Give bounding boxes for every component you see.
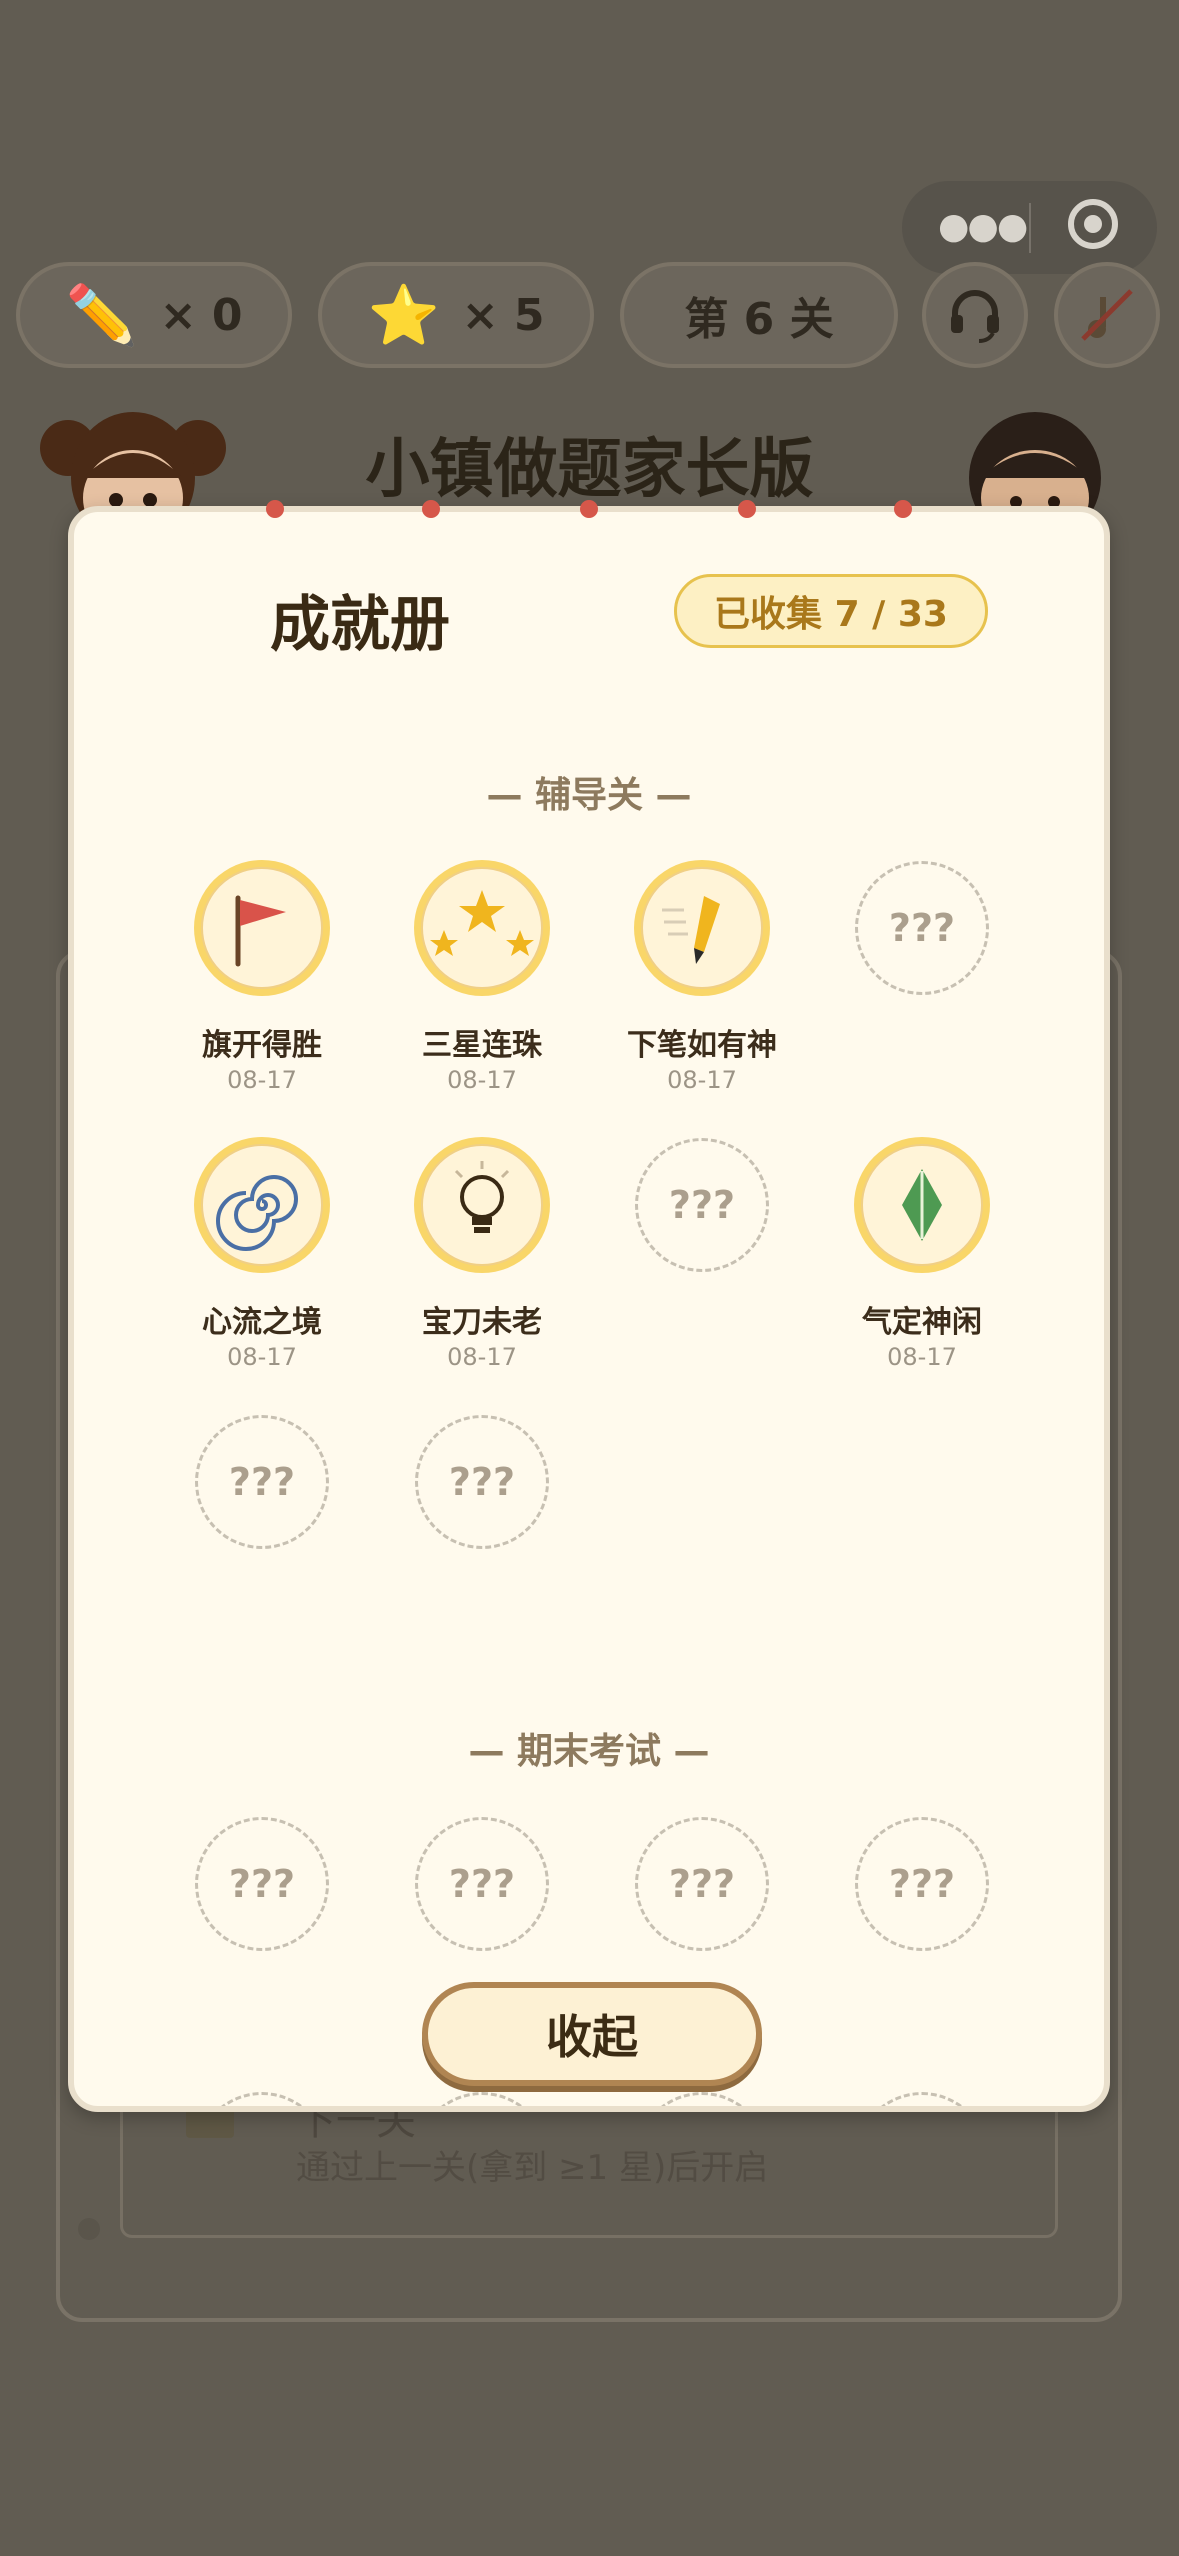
- medal-name: 旗开得胜: [202, 1028, 322, 1063]
- collected-badge: 已收集 7 / 33: [674, 574, 988, 648]
- star-icon: ⭐: [367, 281, 440, 349]
- locked-medal: [195, 2092, 329, 2106]
- background-title: 小镇做题家长版: [365, 433, 814, 507]
- locked-medal[interactable]: ???: [195, 1817, 329, 1951]
- medal-date: 08-17: [227, 1343, 297, 1371]
- locked-medal[interactable]: ???: [855, 1817, 989, 1951]
- target-icon[interactable]: [1068, 199, 1118, 249]
- medal-spiral[interactable]: [194, 1137, 330, 1273]
- pin-dot: [266, 500, 284, 518]
- medal-date: 08-17: [887, 1343, 957, 1371]
- more-dots-icon[interactable]: ●●●: [938, 207, 1028, 247]
- pencil-count: × 0: [159, 289, 243, 341]
- locked-medal[interactable]: ???: [195, 1415, 329, 1549]
- medal-date: 08-17: [227, 1066, 297, 1094]
- level-label: 第 6 关: [684, 294, 834, 345]
- star-counter: ⭐ × 5: [318, 262, 594, 368]
- medal-date: 08-17: [447, 1066, 517, 1094]
- mini-program-capsule: ●●●: [902, 181, 1157, 274]
- spiral-icon: [216, 1175, 298, 1251]
- pencil-counter: ✏️ × 0: [16, 262, 292, 368]
- music-toggle-button[interactable]: [1054, 262, 1160, 368]
- medal-date: 08-17: [667, 1066, 737, 1094]
- three-stars-icon: [430, 890, 534, 956]
- pin-dot: [738, 500, 756, 518]
- locked-medal[interactable]: ???: [635, 1817, 769, 1951]
- locked-medal[interactable]: ???: [855, 861, 989, 995]
- collapse-button[interactable]: 收起: [422, 1982, 762, 2086]
- pin-dot: [894, 500, 912, 518]
- modal-title: 成就册: [270, 590, 450, 660]
- medal-three-stars[interactable]: [414, 860, 550, 996]
- medal-name: 心流之境: [202, 1305, 322, 1340]
- locked-medal: [855, 2092, 989, 2106]
- music-muted-icon: [1081, 289, 1133, 341]
- medal-name: 三星连珠: [422, 1028, 542, 1063]
- background-locked-text: 通过上一关(拿到 ≥1 星)后开启: [296, 2148, 769, 2188]
- star-count: × 5: [461, 289, 545, 341]
- support-button[interactable]: [922, 262, 1028, 368]
- pin-dot: [580, 500, 598, 518]
- medal-name: 气定神闲: [862, 1305, 982, 1340]
- medal-name: 下笔如有神: [627, 1028, 777, 1063]
- medal-date: 08-17: [447, 1343, 517, 1371]
- level-indicator: 第 6 关: [620, 262, 898, 368]
- capsule-divider: [1029, 203, 1031, 253]
- headset-icon: [951, 290, 999, 343]
- pencil-icon: [662, 896, 720, 964]
- flag-icon: [235, 895, 286, 967]
- locked-medal[interactable]: ???: [635, 1138, 769, 1272]
- locked-medal: [415, 2092, 549, 2106]
- locked-medal: [635, 2092, 769, 2106]
- bulb-icon: [454, 1161, 510, 1233]
- medal-bulb[interactable]: [414, 1137, 550, 1273]
- locked-medal[interactable]: ???: [415, 1415, 549, 1549]
- pin-dot: [422, 500, 440, 518]
- leaf-icon: [902, 1169, 942, 1241]
- section-title-final-exam: — 期末考试 —: [468, 1731, 710, 1772]
- pencil-icon: ✏️: [65, 281, 138, 349]
- background-dot: [78, 2218, 100, 2240]
- medal-flag[interactable]: [194, 860, 330, 996]
- locked-medal[interactable]: ???: [415, 1817, 549, 1951]
- section-title-tutoring: — 辅导关 —: [486, 775, 692, 816]
- medal-name: 宝刀未老: [422, 1305, 542, 1340]
- achievement-modal: 成就册 已收集 7 / 33 — 辅导关 — 旗开得胜 08-17 三星连珠 0…: [68, 506, 1110, 2112]
- medal-leaf[interactable]: [854, 1137, 990, 1273]
- medal-pencil[interactable]: [634, 860, 770, 996]
